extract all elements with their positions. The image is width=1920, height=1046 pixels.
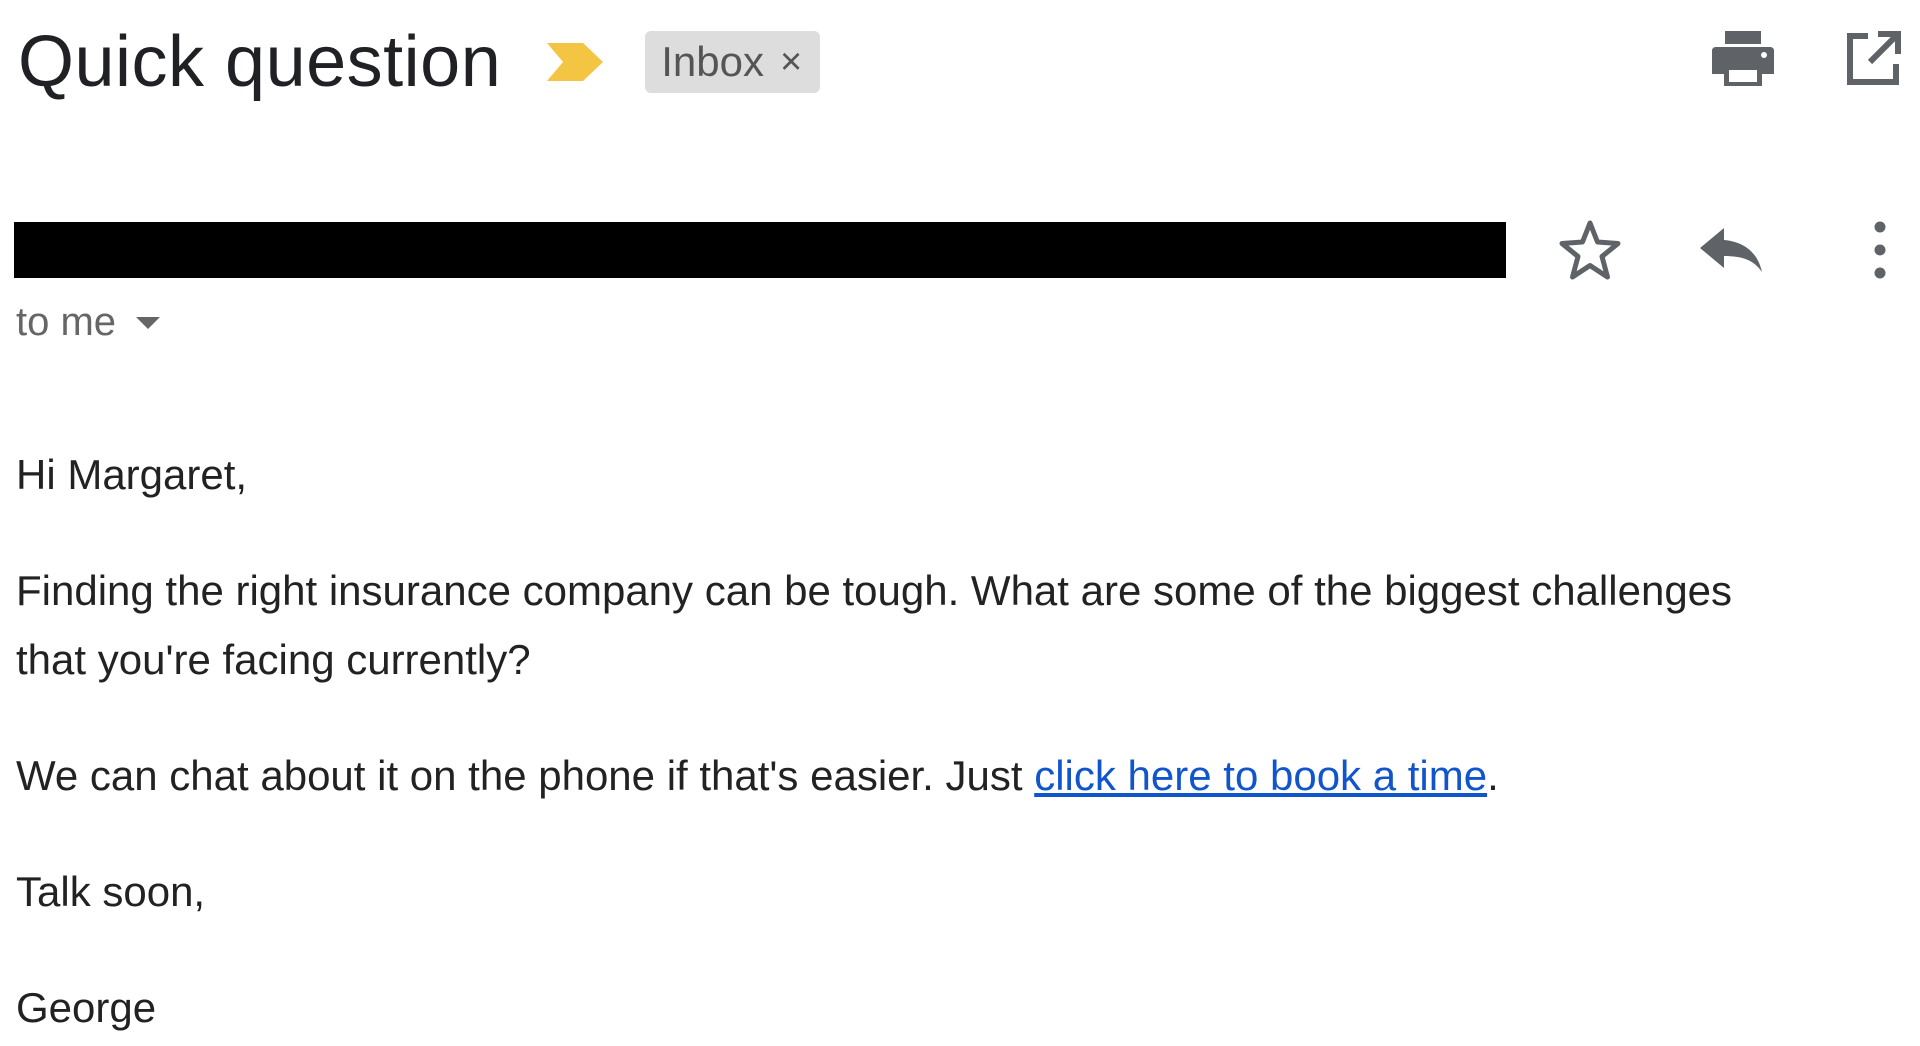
body-paragraph-1: Finding the right insurance company can … [16,567,1733,683]
more-vertical-icon[interactable] [1858,214,1902,286]
email-subject: Quick question [18,22,502,102]
body-paragraph-2-text: We can chat about it on the phone if tha… [16,752,1035,799]
open-in-new-window-icon[interactable] [1844,30,1902,88]
closing: Talk soon, [16,868,206,915]
print-icon[interactable] [1710,28,1776,90]
sender-redacted [14,222,1506,278]
email-view: Quick question Inbox × to me Hi Margaret… [0,0,1920,1046]
label-chip-text: Inbox [661,38,765,85]
message-actions [1546,214,1902,286]
email-body: Hi Margaret, Finding the right insurance… [16,440,1776,1046]
importance-marker-icon[interactable] [545,37,607,87]
recipient-line: to me [16,300,161,345]
label-remove-button[interactable]: × [780,41,802,84]
email-header: Quick question Inbox × [18,14,821,110]
label-chip-inbox[interactable]: Inbox × [645,31,821,93]
signature: George [16,984,157,1031]
thread-actions [1710,28,1902,90]
body-paragraph-2-suffix: . [1487,752,1499,799]
chevron-down-icon[interactable] [136,316,161,329]
star-icon[interactable] [1546,214,1634,286]
body-paragraph-2: We can chat about it on the phone if tha… [16,741,1776,810]
reply-icon[interactable] [1686,214,1776,286]
greeting: Hi Margaret, [16,451,248,498]
book-time-link[interactable]: click here to book a time [1034,752,1487,799]
recipient-text: to me [16,300,117,344]
